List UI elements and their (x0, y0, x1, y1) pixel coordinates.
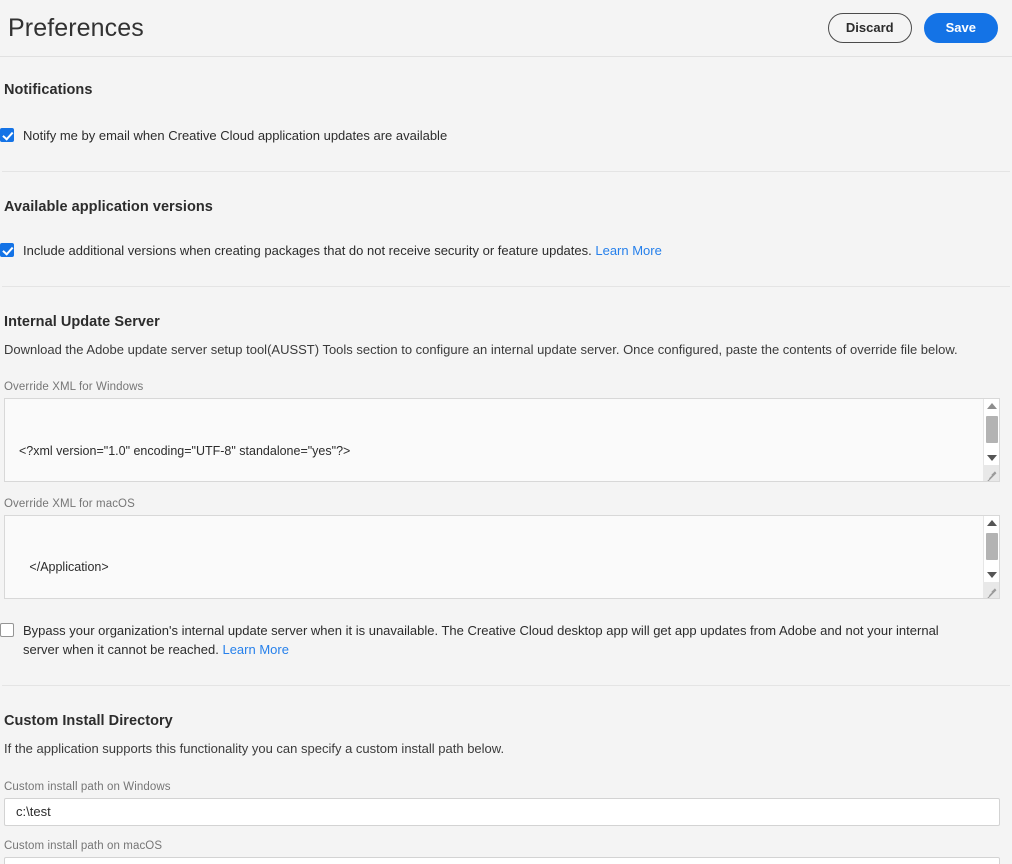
include-additional-versions-row[interactable]: Include additional versions when creatin… (0, 241, 1000, 261)
internal-update-server-description: Download the Adobe update server setup t… (4, 342, 958, 357)
available-versions-heading: Available application versions (4, 198, 213, 215)
resize-handle-icon[interactable] (983, 581, 999, 598)
scroll-up-arrow-icon[interactable] (984, 399, 999, 414)
scroll-down-arrow-icon[interactable] (984, 568, 999, 583)
custom-install-description: If the application supports this functio… (4, 740, 505, 756)
bypass-update-server-checkbox[interactable] (0, 622, 14, 637)
override-xml-windows-group: Override XML for Windows <?xml version="… (4, 381, 1000, 482)
notify-email-row[interactable]: Notify me by email when Creative Cloud a… (0, 126, 1000, 146)
xml-line: </Application> (19, 559, 109, 574)
notify-email-label: Notify me by email when Creative Cloud a… (23, 128, 448, 143)
custom-install-heading: Custom Install Directory (4, 712, 173, 729)
bypass-update-server-text: Bypass your organization's internal upda… (23, 622, 939, 658)
include-additional-versions-label: Include additional versions when creatin… (23, 241, 662, 261)
section-notifications: Notifications Notify me by email when Cr… (0, 57, 1012, 146)
page-title: Preferences (8, 13, 144, 42)
override-xml-windows-label: Override XML for Windows (4, 380, 144, 393)
page-header: Preferences Discard Save (0, 0, 1012, 56)
override-xml-windows-content[interactable]: <?xml version="1.0" encoding="UTF-8" sta… (5, 399, 983, 481)
header-actions: Discard Save (827, 13, 998, 43)
override-xml-macos-label: Override XML for macOS (4, 497, 135, 510)
available-versions-learn-more-link[interactable]: Learn More (595, 243, 661, 258)
bypass-learn-more-link[interactable]: Learn More (222, 642, 288, 657)
bypass-update-server-label: Bypass your organization's internal upda… (23, 621, 970, 660)
override-xml-macos-content[interactable]: </Application> <Application appID="FFCPr… (5, 516, 983, 598)
override-xml-macos-group: Override XML for macOS </Application> <A… (4, 498, 1000, 599)
custom-install-macos-group: Custom install path on macOS (4, 840, 1000, 864)
include-additional-versions-checkbox[interactable] (0, 242, 14, 257)
notifications-heading: Notifications (4, 82, 93, 98)
include-additional-versions-text: Include additional versions when creatin… (23, 242, 592, 258)
scrollbar-thumb[interactable] (986, 415, 998, 443)
override-xml-macos-textarea[interactable]: </Application> <Application appID="FFCPr… (4, 514, 1000, 599)
resize-handle-icon[interactable] (983, 464, 999, 481)
custom-install-windows-group: Custom install path on Windows (4, 781, 1000, 826)
scrollbar-thumb[interactable] (986, 532, 998, 560)
scroll-down-arrow-icon[interactable] (984, 451, 999, 466)
section-custom-install-directory: Custom Install Directory If the applicat… (0, 686, 1012, 864)
section-internal-update-server: Internal Update Server Download the Adob… (0, 287, 1012, 660)
section-available-versions: Available application versions Include a… (0, 172, 1012, 261)
custom-install-macos-label: Custom install path on macOS (4, 839, 163, 852)
scroll-up-arrow-icon[interactable] (984, 516, 999, 531)
override-xml-windows-textarea[interactable]: <?xml version="1.0" encoding="UTF-8" sta… (4, 397, 1000, 482)
notify-email-checkbox[interactable] (0, 128, 14, 142)
bypass-update-server-row[interactable]: Bypass your organization's internal upda… (0, 621, 1000, 660)
discard-button[interactable]: Discard (827, 13, 912, 43)
xml-line: <?xml version="1.0" encoding="UTF-8" sta… (19, 443, 351, 458)
internal-update-server-heading: Internal Update Server (4, 314, 160, 330)
save-button[interactable]: Save (923, 13, 998, 43)
custom-install-windows-input[interactable] (4, 797, 1000, 826)
custom-install-windows-label: Custom install path on Windows (4, 780, 171, 793)
custom-install-macos-input[interactable] (4, 856, 1000, 864)
